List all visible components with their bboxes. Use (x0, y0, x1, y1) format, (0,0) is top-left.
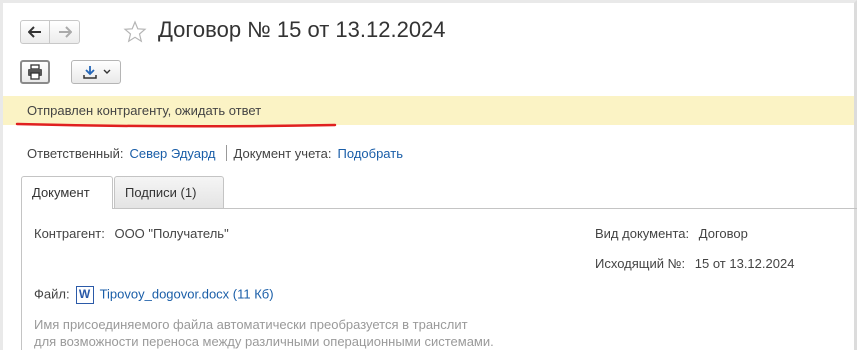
file-row: Файл: W Tipovoy_dogovor.docx (11 Кб) (34, 286, 274, 304)
tab-divider (21, 208, 857, 209)
counterparty-value: ООО "Получатель" (114, 226, 229, 241)
navigation-group (20, 20, 80, 44)
doc-type-label: Вид документа: (595, 226, 690, 241)
file-label: Файл: (34, 286, 70, 302)
download-icon (82, 66, 97, 79)
select-doc-link[interactable]: Подобрать (338, 146, 403, 161)
hint-line-1: Имя присоединяемого файла автоматически … (34, 317, 468, 332)
arrow-left-icon (28, 26, 41, 38)
export-menu-button[interactable] (71, 60, 121, 84)
doc-type-value: Договор (698, 226, 748, 241)
outgoing-label: Исходящий №: (595, 256, 686, 271)
counterparty-row: Контрагент: ООО "Получатель" (34, 226, 229, 241)
page-title: Договор № 15 от 13.12.2024 (158, 17, 446, 42)
panel-border (21, 208, 22, 350)
print-button[interactable] (20, 60, 50, 84)
word-file-icon: W (75, 286, 94, 304)
accounting-doc-label: Документ учета: (233, 145, 332, 161)
responsible-link[interactable]: Север Эдуард (129, 146, 215, 161)
chevron-down-icon (103, 69, 110, 74)
favorite-button[interactable] (123, 20, 149, 44)
file-link[interactable]: Tipovoy_dogovor.docx (11 Кб) (100, 286, 274, 301)
outgoing-value: 15 от 13.12.2024 (694, 256, 795, 271)
counterparty-label: Контрагент: (34, 226, 105, 241)
printer-icon (28, 64, 42, 80)
hint-line-2: для возможности переноса между различным… (34, 334, 494, 349)
tab-signatures[interactable]: Подписи (1) (114, 176, 224, 208)
star-icon (123, 20, 147, 43)
tab-document[interactable]: Документ (21, 176, 113, 209)
status-text: Отправлен контрагенту, ожидать ответ (27, 103, 262, 118)
arrow-right-icon (58, 26, 72, 38)
forward-button[interactable] (50, 20, 80, 44)
responsible-label: Ответственный: (27, 145, 124, 161)
responsible-row: Ответственный: Север Эдуард Документ уче… (27, 145, 403, 161)
doc-type-row: Вид документа: Договор (595, 226, 748, 241)
separator (225, 145, 227, 161)
file-hint: Имя присоединяемого файла автоматически … (34, 316, 494, 350)
outgoing-row: Исходящий №: 15 от 13.12.2024 (595, 256, 794, 271)
highlight-underline (15, 122, 337, 128)
back-button[interactable] (20, 20, 50, 44)
